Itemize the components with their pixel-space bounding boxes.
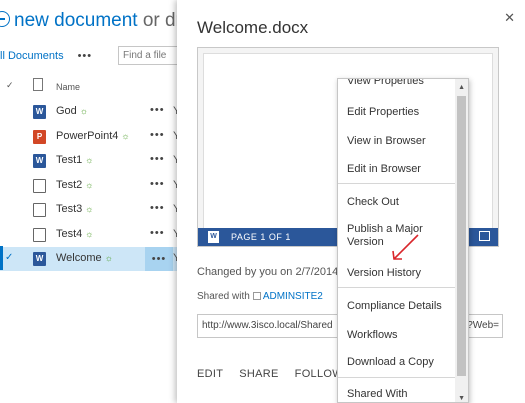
menu-edit-properties[interactable]: Edit Properties <box>338 106 456 119</box>
file-name-text[interactable]: Welcome <box>56 252 102 264</box>
file-name[interactable]: God ☼ <box>56 105 88 117</box>
file-row[interactable]: Test4☼•••Y <box>0 223 200 247</box>
scroll-up-icon[interactable]: ▲ <box>458 84 465 91</box>
menu-version-history[interactable]: Version History <box>338 267 456 280</box>
row-more-button[interactable]: ••• <box>150 104 165 116</box>
file-name-text[interactable]: Test3 <box>56 203 82 215</box>
file-type-column-icon <box>33 78 43 91</box>
menu-scrollbar[interactable]: ▲ ▼ <box>455 79 468 402</box>
file-name-text[interactable]: Test4 <box>56 228 82 240</box>
selection-indicator <box>0 246 3 270</box>
file-row[interactable]: WTest1☼•••Y <box>0 149 200 173</box>
edit-action[interactable]: EDIT <box>197 368 223 380</box>
new-document-label: new document <box>14 10 138 31</box>
row-more-button[interactable]: ••• <box>150 129 165 141</box>
new-document-link[interactable]: new document or drag <box>0 10 203 32</box>
page-indicator: PAGE 1 OF 1 <box>231 232 291 242</box>
file-row[interactable]: WGod☼•••Y <box>0 100 200 124</box>
file-name[interactable]: Welcome ☼ <box>56 252 113 264</box>
column-name-header[interactable]: Name <box>56 82 80 92</box>
new-item-icon: ☼ <box>104 253 113 263</box>
shared-with-link[interactable]: ADMINSITE2 <box>263 291 323 302</box>
ppt-file-icon: P <box>33 129 46 144</box>
callout-title: Welcome.docx <box>197 18 309 37</box>
document-library: new document or drag ll Documents ••• Fin… <box>0 0 203 403</box>
scroll-down-icon[interactable]: ▼ <box>458 395 465 402</box>
menu-separator <box>338 287 456 288</box>
file-name[interactable]: PowerPoint4 ☼ <box>56 130 130 142</box>
view-all-documents[interactable]: ll Documents <box>0 50 64 62</box>
file-name-text[interactable]: Test1 <box>56 154 82 166</box>
menu-shared-with[interactable]: Shared With <box>338 388 456 401</box>
row-more-button[interactable]: ••• <box>150 227 165 239</box>
annotation-arrow-icon <box>392 234 419 260</box>
row-more-button[interactable]: ••• <box>150 178 165 190</box>
menu-workflows[interactable]: Workflows <box>338 329 456 342</box>
file-name-text[interactable]: God <box>56 105 77 117</box>
presence-icon <box>252 292 261 300</box>
plus-circle-icon <box>0 11 10 27</box>
new-item-icon: ☼ <box>85 228 94 239</box>
close-icon[interactable]: ✕ <box>504 10 515 26</box>
url-start: http://www.3isco.local/Shared <box>202 320 333 331</box>
file-name-text[interactable]: Test2 <box>56 179 82 191</box>
find-file-input[interactable]: Find a file <box>118 46 180 65</box>
file-name[interactable]: Test2 ☼ <box>56 179 94 191</box>
word-icon: W <box>208 231 219 243</box>
menu-check-out[interactable]: Check Out <box>338 196 456 209</box>
file-name[interactable]: Test4 ☼ <box>56 228 94 240</box>
view-selector[interactable]: ll Documents ••• <box>0 50 92 62</box>
popout-icon[interactable] <box>479 231 490 241</box>
row-check-icon[interactable]: ✓ <box>5 252 13 263</box>
txt-file-icon <box>33 178 46 193</box>
new-item-icon: ☼ <box>85 155 94 165</box>
menu-view-in-browser[interactable]: View in Browser <box>338 135 456 148</box>
share-action[interactable]: SHARE <box>239 368 278 380</box>
file-row[interactable]: Test3☼•••Y <box>0 198 200 222</box>
menu-edit-in-browser[interactable]: Edit in Browser <box>338 163 456 176</box>
follow-action[interactable]: FOLLOW <box>295 368 343 380</box>
shared-with-label: Shared with <box>197 291 250 302</box>
txt-file-icon <box>33 203 46 217</box>
select-all-check-icon[interactable]: ✓ <box>6 80 14 91</box>
menu-download-copy[interactable]: Download a Copy <box>338 356 456 369</box>
scroll-thumb[interactable] <box>457 96 466 376</box>
menu-separator <box>338 183 456 184</box>
menu-separator <box>338 377 456 378</box>
new-item-icon: ☼ <box>85 179 94 190</box>
word-file-icon: W <box>33 105 46 119</box>
row-more-button[interactable]: ••• <box>145 247 173 271</box>
row-more-button[interactable]: ••• <box>150 202 165 214</box>
more-views-button[interactable]: ••• <box>78 50 93 62</box>
new-item-icon: ☼ <box>121 130 130 141</box>
txt-file-icon <box>33 227 46 242</box>
changed-by-text: Changed by you on 2/7/2014 1 <box>197 266 348 278</box>
file-name-text[interactable]: PowerPoint4 <box>56 130 118 142</box>
new-item-icon: ☼ <box>79 106 89 116</box>
shared-with-row: Shared with ADMINSITE2 <box>197 291 323 302</box>
word-file-icon: W <box>33 252 46 266</box>
column-header-row: ✓ Name <box>0 78 200 96</box>
new-item-icon: ☼ <box>85 204 94 214</box>
row-more-button[interactable]: ••• <box>150 153 165 165</box>
file-row[interactable]: Test2☼•••Y <box>0 174 200 198</box>
file-name[interactable]: Test1 ☼ <box>56 154 94 166</box>
menu-view-properties[interactable]: View Properties <box>338 79 456 88</box>
file-name[interactable]: Test3 ☼ <box>56 203 94 215</box>
file-row[interactable]: PPowerPoint4☼•••Y <box>0 125 200 149</box>
word-file-icon: W <box>33 154 46 168</box>
file-row[interactable]: ✓WWelcome☼•••Y <box>0 247 200 271</box>
callout-actions: EDIT SHARE FOLLOW <box>197 368 359 380</box>
menu-compliance-details[interactable]: Compliance Details <box>338 300 456 313</box>
